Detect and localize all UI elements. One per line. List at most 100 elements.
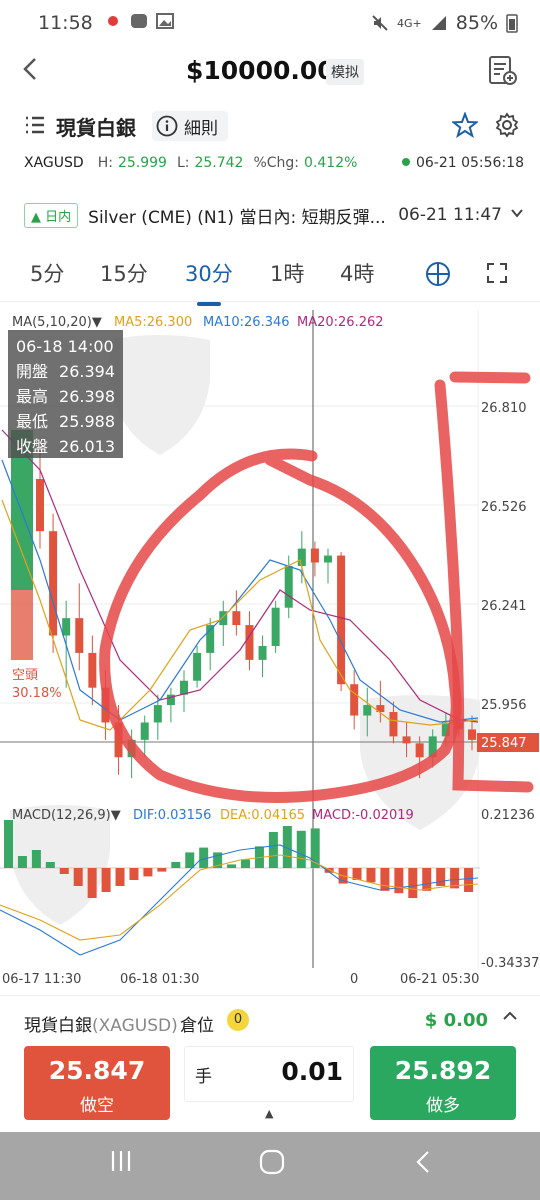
timeframe-tabs: 5分 15分 30分 1時 4時 (0, 250, 540, 306)
macd-tick: 0.21236 (481, 808, 535, 823)
tooltip-row: 最低 25.988 (16, 409, 115, 434)
sell-price: 25.847 (48, 1056, 146, 1085)
candle-body (468, 729, 476, 740)
home-icon (259, 1149, 285, 1175)
sell-label: 做空 (80, 1096, 114, 1116)
candle-tooltip: 06-18 14:00 開盤 26.394 最高 26.398 最低 25.988 收… (8, 330, 123, 458)
sell-button[interactable]: 25.847 做空 (24, 1046, 170, 1120)
candle-body (337, 555, 346, 685)
app-header: $10000.00 模拟 (0, 46, 540, 96)
candle-body (297, 548, 306, 566)
status-right: 4G+ 85% (371, 12, 518, 34)
candle-body (389, 712, 398, 737)
document-add-icon (489, 56, 517, 85)
macd-tick: -0.34337 (481, 956, 539, 971)
symbol-list-button[interactable] (24, 114, 46, 140)
candle-body (271, 607, 280, 646)
expand-button[interactable] (502, 1008, 518, 1029)
position-count-badge: 0 (227, 1009, 249, 1031)
buy-label: 做多 (426, 1096, 460, 1116)
candle-body (232, 611, 241, 626)
back-nav-button[interactable] (412, 1148, 434, 1183)
quantity-stepper[interactable]: 手 0.01 ▲ (184, 1046, 354, 1120)
tab-30m[interactable]: 30分 (185, 258, 233, 306)
tooltip-row: 開盤 26.394 (16, 359, 115, 384)
candle-body (258, 645, 267, 660)
macd-value: MACD:-0.02019 (312, 808, 414, 823)
quantity-unit: 手 (195, 1067, 212, 1087)
tooltip-key: 最高 (16, 387, 49, 406)
high-label: H: (97, 155, 113, 171)
time-tick: 06-18 01:30 (120, 972, 199, 987)
signal-icon (431, 16, 446, 30)
macd-bar (87, 868, 97, 898)
battery-icon (506, 14, 518, 33)
weather-icon (108, 16, 118, 26)
macd-bar (143, 868, 153, 877)
macd-legend[interactable]: MACD(12,26,9)▼ (12, 808, 121, 823)
tooltip-key: 開盤 (16, 362, 49, 381)
candle-body (75, 618, 84, 653)
recent-apps-button[interactable] (108, 1148, 134, 1181)
tab-1h[interactable]: 1時 (270, 258, 304, 288)
chevron-up-icon (503, 1011, 517, 1020)
price-tick: 26.241 (481, 599, 527, 614)
product-symbol: (XAGUSD) (92, 1016, 178, 1036)
low-value: 25.742 (194, 155, 244, 171)
candle-body (310, 548, 319, 563)
recents-icon (111, 1151, 131, 1171)
candle-body (62, 618, 71, 636)
fullscreen-button[interactable] (486, 262, 508, 289)
info-icon (156, 115, 178, 137)
quantity-value[interactable]: 0.01 (281, 1057, 343, 1086)
tab-15m[interactable]: 15分 (100, 258, 148, 288)
candle-body (350, 684, 359, 716)
macd-bar (171, 862, 181, 868)
favorite-button[interactable] (450, 111, 480, 142)
chevron-left-icon (23, 58, 36, 80)
list-icon (26, 116, 44, 134)
mute-icon (372, 15, 388, 31)
macd-bar (101, 868, 111, 892)
news-ticker[interactable]: ▲ 日内 Silver (CME) (N1) 當日內: 短期反彈... 06-2… (24, 200, 524, 230)
macd-bar (73, 868, 83, 886)
buy-button[interactable]: 25.892 做多 (370, 1046, 516, 1120)
crosshair-icon (426, 262, 450, 286)
macd-bar (394, 868, 404, 894)
back-button[interactable] (20, 54, 40, 92)
orders-button[interactable] (486, 54, 518, 90)
symbol-row: 現貨白銀 細則 (0, 106, 540, 146)
candle-body (363, 705, 372, 716)
symbol-name[interactable]: 現貨白銀 (56, 112, 136, 141)
ma-legend[interactable]: MA(5,10,20)▼ (12, 315, 102, 330)
caret-up-icon[interactable]: ▲ (265, 1107, 273, 1120)
candle-body (245, 625, 254, 660)
current-price-label: 25.847 (481, 736, 527, 751)
candle-body (180, 680, 188, 695)
ma10-value: MA10:26.346 (203, 315, 290, 330)
dif-value: DIF:0.03156 (133, 808, 211, 823)
live-dot-icon (401, 158, 410, 166)
macd-bar (436, 868, 446, 886)
tab-4h[interactable]: 4時 (340, 258, 374, 288)
news-tag: ▲ 日内 (24, 202, 79, 228)
tooltip-value: 26.398 (59, 387, 115, 406)
candle-body (415, 743, 424, 758)
product-label: 現貨白銀 (24, 1016, 92, 1036)
home-button[interactable] (258, 1148, 286, 1183)
back-icon (416, 1151, 429, 1173)
quote-time: 06-21 05:56:18 (415, 155, 524, 171)
battery-label: 85% (455, 12, 498, 34)
price-tick: 25.956 (481, 698, 527, 713)
high-value: 25.999 (117, 155, 167, 171)
tab-5m[interactable]: 5分 (30, 258, 64, 288)
short-label: 空頭 (12, 668, 38, 683)
macd-bar (380, 868, 390, 891)
candle-body (284, 565, 293, 608)
settings-button[interactable] (494, 112, 520, 142)
hand-drawn-bracket (434, 371, 534, 793)
rules-button[interactable]: 細則 (152, 111, 228, 141)
trade-panel: 現貨白銀(XAGUSD) 倉位 0 $ 0.00 25.847 做空 手 0.0… (0, 995, 540, 1130)
crosshair-button[interactable] (424, 260, 452, 293)
news-tag-label: 日内 (45, 209, 72, 225)
